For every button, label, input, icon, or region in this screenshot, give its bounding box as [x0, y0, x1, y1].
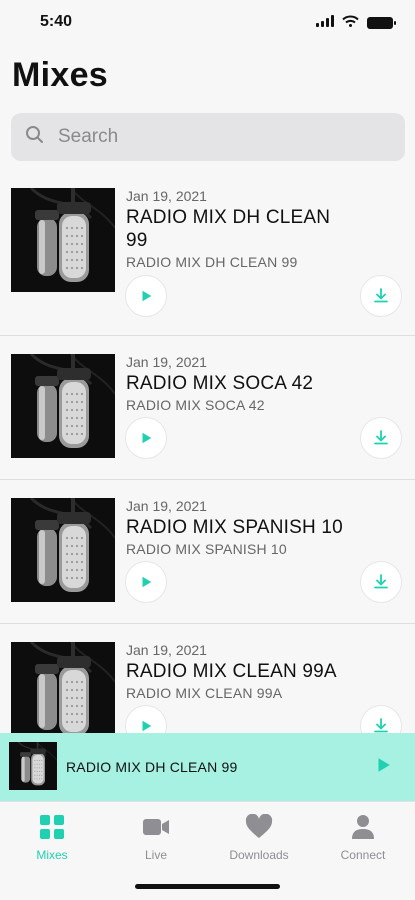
tab-label: Mixes: [36, 848, 68, 862]
mix-date: Jan 19, 2021: [126, 642, 207, 658]
download-icon: [372, 429, 390, 447]
download-icon: [372, 573, 390, 591]
download-icon: [372, 717, 390, 733]
mix-item[interactable]: Jan 19, 2021 RADIO MIX DH CLEAN 99 RADIO…: [0, 170, 415, 336]
tab-mixes[interactable]: Mixes: [7, 814, 97, 862]
tab-connect[interactable]: Connect: [318, 814, 408, 862]
mix-subtitle: RADIO MIX DH CLEAN 99: [126, 254, 298, 270]
tab-label: Downloads: [229, 848, 289, 862]
download-button[interactable]: [360, 275, 402, 317]
mix-artwork: [11, 354, 115, 458]
mini-play-button[interactable]: [374, 756, 392, 779]
home-indicator: [135, 884, 280, 889]
mix-subtitle: RADIO MIX SOCA 42: [126, 397, 265, 413]
person-icon: [318, 814, 408, 842]
download-button[interactable]: [360, 417, 402, 459]
mix-list[interactable]: Jan 19, 2021 RADIO MIX DH CLEAN 99 RADIO…: [0, 170, 415, 733]
battery-icon: [367, 17, 396, 29]
video-camera-icon: [111, 814, 201, 842]
tab-label: Connect: [340, 848, 386, 862]
search-input[interactable]: [58, 126, 378, 148]
mix-date: Jan 19, 2021: [126, 498, 207, 514]
tab-downloads[interactable]: Downloads: [214, 813, 304, 862]
status-icons: [316, 14, 396, 32]
status-bar: 5:40: [0, 0, 415, 46]
now-playing-title: RADIO MIX DH CLEAN 99: [66, 759, 238, 775]
download-icon: [372, 287, 390, 305]
page-title: Mixes: [12, 56, 108, 94]
mix-artwork: [11, 642, 115, 733]
mix-date: Jan 19, 2021: [126, 188, 207, 204]
play-button[interactable]: [125, 705, 167, 733]
download-button[interactable]: [360, 561, 402, 603]
status-time: 5:40: [40, 13, 73, 30]
mix-item[interactable]: Jan 19, 2021 RADIO MIX CLEAN 99A RADIO M…: [0, 624, 415, 733]
play-button[interactable]: [125, 561, 167, 603]
play-button[interactable]: [125, 275, 167, 317]
now-playing-artwork: [9, 742, 57, 790]
play-icon: [139, 575, 153, 589]
mix-title: RADIO MIX CLEAN 99A: [126, 661, 337, 682]
mix-subtitle: RADIO MIX CLEAN 99A: [126, 685, 283, 701]
mix-title: RADIO MIX SPANISH 10: [126, 517, 343, 538]
play-icon: [139, 719, 153, 733]
mix-item[interactable]: Jan 19, 2021 RADIO MIX SPANISH 10 RADIO …: [0, 480, 415, 624]
wifi-icon: [342, 14, 359, 32]
tab-label: Live: [144, 848, 167, 862]
mix-item[interactable]: Jan 19, 2021 RADIO MIX SOCA 42 RADIO MIX…: [0, 336, 415, 480]
play-icon: [139, 431, 153, 445]
download-button[interactable]: [360, 705, 402, 733]
grid-icon: [7, 814, 97, 842]
tab-live[interactable]: Live: [111, 814, 201, 862]
play-icon: [378, 758, 390, 772]
mix-date: Jan 19, 2021: [126, 354, 207, 370]
mix-artwork: [11, 498, 115, 602]
play-button[interactable]: [125, 417, 167, 459]
mix-subtitle: RADIO MIX SPANISH 10: [126, 541, 287, 557]
mix-artwork: [11, 188, 115, 292]
mix-title: RADIO MIX DH CLEAN 99: [126, 207, 331, 251]
mix-title: RADIO MIX SOCA 42: [126, 373, 314, 394]
play-icon: [139, 289, 153, 303]
search-icon: [25, 125, 44, 149]
signal-icon: [316, 14, 334, 32]
search-bar[interactable]: [11, 113, 405, 161]
heart-icon: [214, 813, 304, 842]
mini-player[interactable]: RADIO MIX DH CLEAN 99: [0, 733, 415, 801]
